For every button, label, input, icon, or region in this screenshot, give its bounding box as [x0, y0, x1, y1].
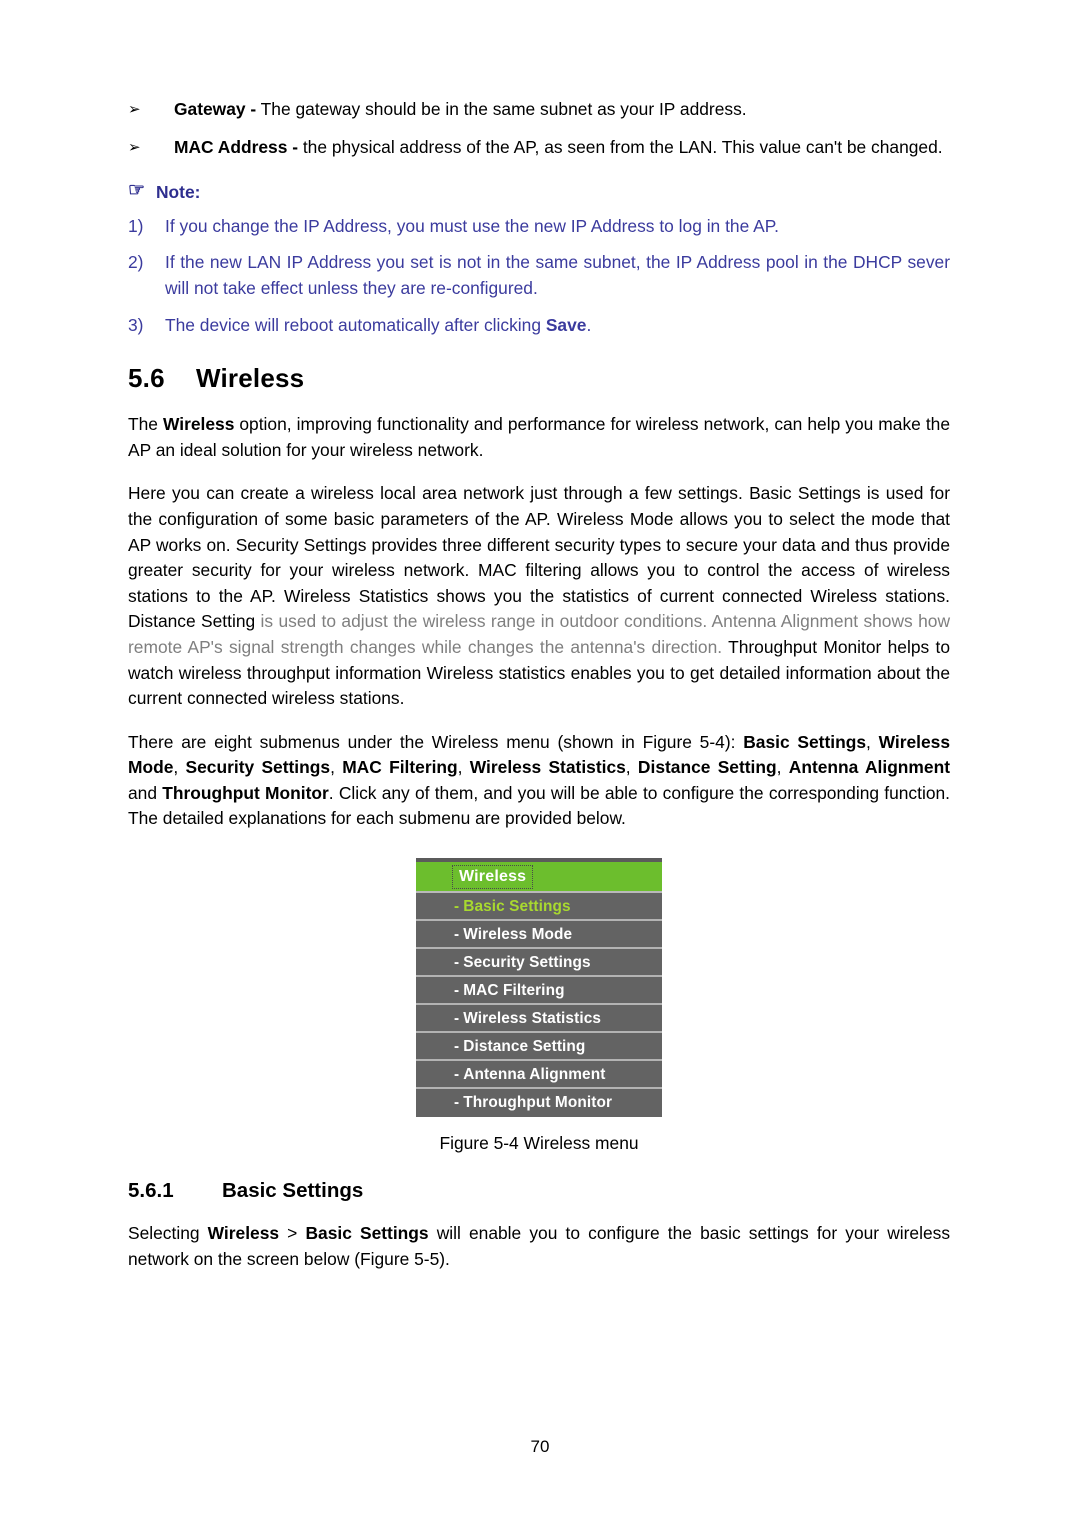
menu-item-label: Antenna Alignment — [463, 1066, 606, 1084]
bullet-term-mac-address: MAC Address - — [174, 136, 299, 157]
menu-item-label: MAC Filtering — [463, 982, 565, 1000]
note-item-bold-save: Save — [545, 314, 587, 335]
menu-item-dash: - — [454, 1010, 460, 1028]
submenu-name-mac-filtering: MAC Filtering — [342, 757, 458, 778]
bullet-item-mac-address: ➢ MAC Address - the physical address of t… — [128, 135, 950, 161]
note-item-text: If the new LAN IP Address you set is not… — [165, 252, 950, 298]
bullet-item-gateway: ➢ Gateway - The gateway should be in the … — [128, 97, 950, 123]
wireless-menu-header-label: Wireless — [452, 865, 534, 890]
document-page: ➢ Gateway - The gateway should be in the … — [0, 0, 1080, 1527]
para1-after: option, improving functionality and perf… — [128, 414, 950, 460]
menu-item-label: Wireless Statistics — [463, 1010, 602, 1028]
wireless-menu-panel: Wireless - Basic Settings - Wireless Mode … — [416, 858, 662, 1118]
paragraph-wireless-overview: Here you can create a wireless local are… — [128, 481, 950, 711]
paragraph-submenus: There are eight submenus under the Wirel… — [128, 731, 950, 829]
submenu-name-security-settings: Security Settings — [185, 757, 331, 778]
paragraph-wireless-intro: The Wireless option, improving functiona… — [128, 412, 950, 463]
note-heading: ☞ Note: — [128, 180, 950, 206]
menu-item-dash: - — [454, 954, 460, 972]
para3-conjunction: and — [128, 782, 163, 803]
page-content: ➢ Gateway - The gateway should be in the … — [128, 0, 950, 1272]
para1-before: The — [128, 414, 163, 435]
menu-item-dash: - — [454, 1038, 460, 1056]
menu-item-mac-filtering[interactable]: - MAC Filtering — [416, 977, 662, 1006]
menu-item-throughput-monitor[interactable]: - Throughput Monitor — [416, 1089, 662, 1118]
page-title: 5.6 Wireless — [128, 362, 950, 394]
menu-item-security-settings[interactable]: - Security Settings — [416, 949, 662, 978]
bullet-text-gateway: The gateway should be in the same subnet… — [256, 99, 747, 119]
note-item-number: 3) — [128, 314, 144, 335]
para4-bold-wireless: Wireless — [207, 1223, 280, 1244]
bullet-text-mac-address: the physical address of the AP, as seen … — [298, 136, 943, 157]
subsection-number: 5.6.1 — [128, 1179, 174, 1203]
section-number: 5.6 — [128, 363, 165, 394]
menu-item-dash: - — [454, 1066, 460, 1084]
paragraph-basic-settings-intro: Selecting Wireless > Basic Settings will… — [128, 1221, 950, 1272]
menu-item-label: Security Settings — [463, 954, 591, 972]
note-item-text-after: . — [586, 314, 592, 335]
subsection-heading: 5.6.1 Basic Settings — [128, 1177, 950, 1205]
menu-item-label: Basic Settings — [463, 898, 571, 916]
subsection-title: Basic Settings — [222, 1179, 364, 1203]
page-number: 70 — [530, 1437, 550, 1456]
para4-before: Selecting — [128, 1223, 208, 1244]
menu-item-dash: - — [454, 1094, 460, 1112]
section-title: Wireless — [196, 363, 305, 394]
submenu-name-throughput-monitor: Throughput Monitor — [162, 782, 329, 803]
submenu-name-basic-settings: Basic Settings — [743, 731, 866, 752]
figure-caption: Figure 5-4 Wireless menu — [439, 1133, 639, 1154]
note-item-number: 1) — [128, 215, 144, 236]
note-heading-label: Note: — [156, 182, 201, 203]
menu-item-label: Throughput Monitor — [463, 1094, 613, 1112]
menu-item-wireless-statistics[interactable]: - Wireless Statistics — [416, 1005, 662, 1034]
submenu-name-distance-setting: Distance Setting — [637, 757, 777, 778]
para4-bold-basic-settings: Basic Settings — [305, 1223, 429, 1244]
menu-item-antenna-alignment[interactable]: - Antenna Alignment — [416, 1061, 662, 1090]
menu-item-basic-settings[interactable]: - Basic Settings — [416, 893, 662, 922]
menu-item-dash: - — [454, 898, 460, 916]
menu-item-label: Distance Setting — [463, 1038, 586, 1056]
menu-item-wireless-mode[interactable]: - Wireless Mode — [416, 921, 662, 950]
submenu-name-antenna-alignment: Antenna Alignment — [788, 757, 950, 778]
menu-item-distance-setting[interactable]: - Distance Setting — [416, 1033, 662, 1062]
note-item-number: 2) — [128, 252, 144, 273]
para1-bold-wireless: Wireless — [162, 414, 235, 435]
figure-wireless-menu: Wireless - Basic Settings - Wireless Mode … — [128, 858, 950, 1155]
para4-separator: > — [279, 1223, 306, 1244]
arrow-bullet-icon: ➢ — [128, 138, 141, 156]
submenu-name-wireless-statistics: Wireless Statistics — [469, 757, 626, 778]
para2-black-1: Here you can create a wireless local are… — [128, 483, 950, 632]
note-item: 3) The device will reboot automatically a… — [128, 313, 950, 339]
para3-intro: There are eight submenus under the Wirel… — [128, 731, 744, 752]
note-item: 2) If the new LAN IP Address you set is n… — [128, 250, 950, 301]
note-item-text: If you change the IP Address, you must u… — [165, 215, 779, 236]
wireless-menu-header[interactable]: Wireless — [416, 862, 662, 894]
menu-item-dash: - — [454, 982, 460, 1000]
bullet-term-gateway: Gateway - — [174, 99, 257, 119]
menu-item-label: Wireless Mode — [463, 926, 573, 944]
note-item-text-before: The device will reboot automatically aft… — [165, 314, 546, 335]
note-item: 1) If you change the IP Address, you must… — [128, 214, 950, 240]
menu-item-dash: - — [454, 926, 460, 944]
pointing-hand-icon: ☞ — [128, 180, 146, 202]
arrow-bullet-icon: ➢ — [128, 101, 141, 118]
